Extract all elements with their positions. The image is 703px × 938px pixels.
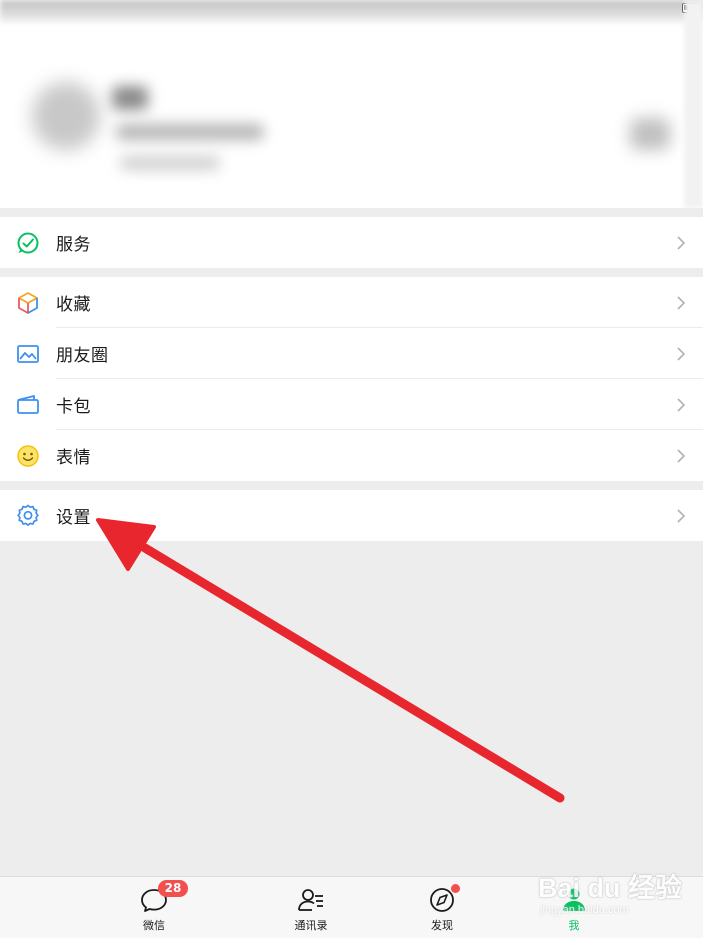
tab-discover[interactable]: 发现	[402, 877, 482, 938]
menu-group-main: 收藏 朋友圈 卡包 表情	[0, 277, 703, 481]
tab-chats[interactable]: 28 微信	[114, 877, 194, 938]
menu-item-card-wallet[interactable]: 卡包	[0, 379, 703, 430]
tab-label: 通讯录	[294, 919, 328, 932]
watermark-url: jingyan.baidu.com	[540, 904, 629, 916]
menu-item-label: 朋友圈	[56, 346, 109, 366]
chevron-right-icon	[677, 448, 686, 463]
menu-item-moments[interactable]: 朋友圈	[0, 328, 703, 379]
menu-group-settings: 设置	[0, 490, 703, 541]
baidu-jingyan-watermark: Bai du 经验 jingyan.baidu.com	[538, 858, 698, 924]
watermark-logo-text: Bai du 经验	[538, 873, 683, 903]
contacts-icon	[298, 889, 323, 911]
chevron-right-icon	[677, 508, 686, 523]
chevron-right-icon	[677, 346, 686, 361]
smile-emoji-icon	[17, 444, 39, 467]
menu-item-label: 收藏	[56, 295, 91, 315]
menu-item-settings[interactable]: 设置	[0, 490, 703, 541]
menu-item-label: 表情	[56, 448, 91, 468]
blurred-wechat-id	[116, 124, 264, 140]
qr-code-icon[interactable]	[630, 118, 670, 150]
unread-badge: 28	[158, 880, 188, 897]
gear-icon	[17, 504, 39, 526]
tab-contacts[interactable]: 通讯录	[271, 877, 351, 938]
chevron-right-icon	[677, 295, 686, 310]
favorites-cube-icon	[18, 291, 38, 314]
profile-card[interactable]	[0, 0, 703, 208]
blurred-edge	[684, 0, 703, 208]
menu-item-stickers[interactable]: 表情	[0, 430, 703, 481]
blurred-status	[120, 156, 220, 170]
chevron-right-icon	[677, 397, 686, 412]
tab-label: 微信	[143, 919, 165, 932]
avatar[interactable]	[32, 82, 100, 150]
menu-item-label: 设置	[56, 508, 91, 528]
menu-item-label: 服务	[56, 235, 91, 255]
chevron-right-icon	[677, 235, 686, 250]
menu-group-services: 服务	[0, 217, 703, 268]
wechat-pay-icon	[17, 232, 39, 253]
moments-picture-icon	[17, 344, 39, 363]
blurred-username	[112, 86, 148, 110]
menu-item-favorites[interactable]: 收藏	[0, 277, 703, 328]
menu-item-label: 卡包	[56, 397, 91, 417]
card-wallet-icon	[17, 394, 39, 414]
menu-item-services[interactable]: 服务	[0, 217, 703, 268]
status-bar	[0, 0, 703, 22]
tab-label: 发现	[431, 919, 453, 932]
new-content-dot	[451, 884, 460, 893]
